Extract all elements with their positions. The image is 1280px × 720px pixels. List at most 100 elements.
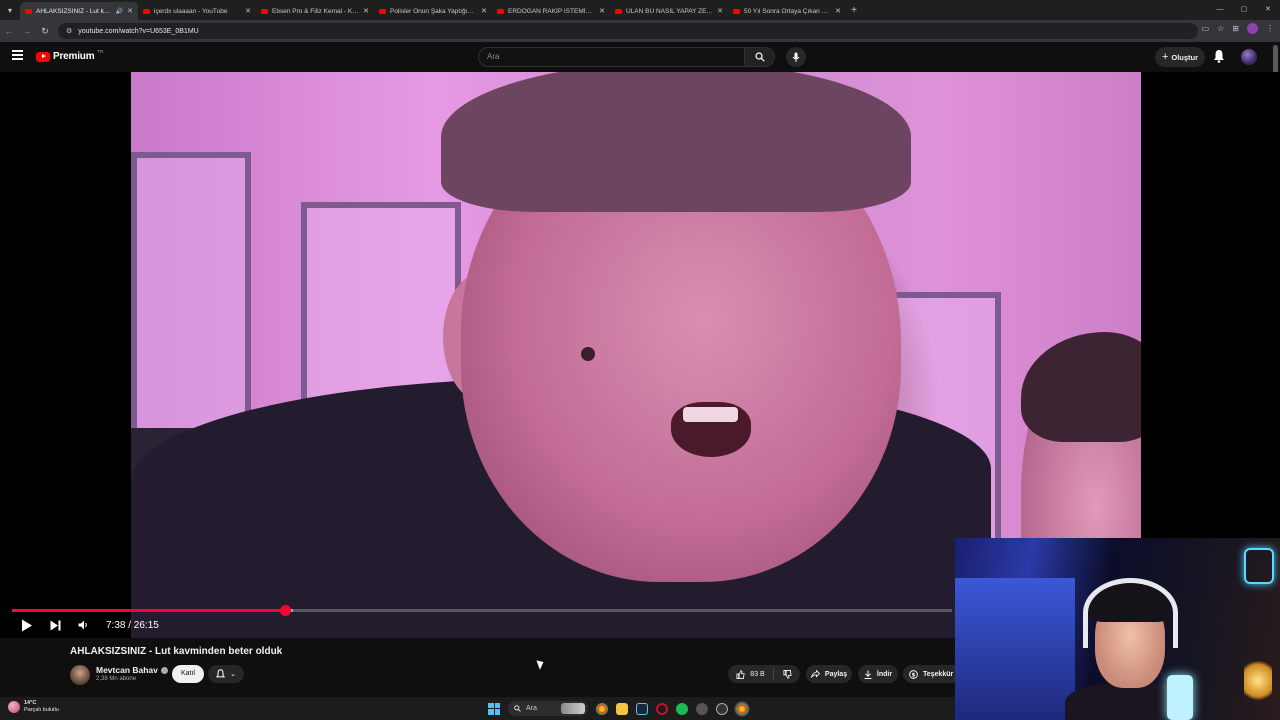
search-highlight-art bbox=[561, 703, 585, 714]
url-text: youtube.com/watch?v=U653E_0B1MU bbox=[78, 27, 199, 35]
extensions-icon[interactable]: ⊞ bbox=[1232, 24, 1239, 33]
menu-icon[interactable] bbox=[12, 50, 23, 62]
close-tab-icon[interactable]: ✕ bbox=[481, 7, 487, 15]
new-tab-icon[interactable]: + bbox=[846, 5, 862, 16]
tab-audio-icon[interactable]: 🔊 bbox=[116, 8, 123, 15]
chrome-profile-icon[interactable] bbox=[736, 702, 748, 715]
country-code: TR bbox=[97, 49, 104, 54]
like-count: 83 B bbox=[750, 670, 765, 678]
progress-bar[interactable] bbox=[12, 605, 952, 616]
background-window bbox=[131, 152, 251, 452]
thumbs-up-icon bbox=[736, 669, 745, 679]
youtube-premium-logo[interactable]: Premium TR bbox=[36, 49, 104, 62]
close-tab-icon[interactable]: ✕ bbox=[127, 7, 133, 15]
opera-icon[interactable] bbox=[656, 702, 668, 715]
plus-icon: + bbox=[1161, 51, 1169, 63]
skip-next-icon bbox=[50, 620, 60, 630]
tab-title: ULAN BU NASIL YAPAY ZEKA - bbox=[626, 7, 714, 15]
webcam-glowing-cup bbox=[1167, 675, 1193, 720]
download-button[interactable]: İndir bbox=[858, 665, 898, 683]
webcam-city-backdrop bbox=[955, 578, 1075, 720]
close-tab-icon[interactable]: ✕ bbox=[599, 7, 605, 15]
windows-start-icon[interactable] bbox=[488, 702, 500, 715]
youtube-favicon-icon bbox=[261, 8, 268, 14]
bell-icon bbox=[216, 669, 226, 678]
next-button[interactable] bbox=[48, 618, 62, 632]
forward-icon[interactable]: → bbox=[18, 26, 36, 36]
time-display: 7:38 / 26:15 bbox=[106, 619, 159, 631]
browser-tab[interactable]: ULAN BU NASIL YAPAY ZEKA - ✕ bbox=[610, 2, 728, 20]
mute-button[interactable] bbox=[76, 618, 90, 632]
back-icon[interactable]: ← bbox=[0, 26, 18, 36]
video-second-person-hair bbox=[1021, 332, 1141, 442]
share-button[interactable]: Paylaş bbox=[806, 665, 852, 683]
browser-menu-icon[interactable]: ⋮ bbox=[1266, 24, 1274, 33]
tab-list: AHLAKSIZSINIZ - Lut kavmi 🔊 ✕ içerdx ulaaaa… bbox=[20, 0, 846, 20]
youtube-favicon-icon bbox=[379, 8, 386, 14]
browser-tab[interactable]: AHLAKSIZSINIZ - Lut kavmi 🔊 ✕ bbox=[20, 2, 138, 20]
maximize-icon[interactable]: ▢ bbox=[1232, 0, 1256, 20]
play-icon bbox=[22, 619, 32, 631]
subscribed-notifications-button[interactable]: ⌄ bbox=[208, 665, 244, 683]
thanks-label: Teşekkür bbox=[923, 670, 954, 678]
subscriber-count: 2,38 Mn abone bbox=[96, 676, 137, 682]
notifications-button[interactable] bbox=[1213, 49, 1227, 65]
search-input[interactable]: Ara bbox=[478, 47, 745, 67]
tab-title: AHLAKSIZSINIZ - Lut kavmi bbox=[36, 7, 112, 15]
play-button[interactable] bbox=[20, 618, 34, 632]
file-explorer-icon[interactable] bbox=[616, 702, 628, 715]
cast-icon[interactable]: ▭ bbox=[1202, 24, 1210, 33]
browser-tab[interactable]: Polisler Onun Şaka Yaptığını Sa ✕ bbox=[374, 2, 492, 20]
voice-search-button[interactable] bbox=[786, 47, 806, 67]
like-button[interactable]: 83 B bbox=[728, 668, 774, 680]
chrome-icon[interactable] bbox=[596, 702, 608, 715]
minimize-icon[interactable]: — bbox=[1208, 0, 1232, 20]
settings-gear-icon[interactable] bbox=[696, 702, 708, 715]
close-tab-icon[interactable]: ✕ bbox=[835, 7, 841, 15]
create-button[interactable]: + Oluştur bbox=[1155, 47, 1205, 67]
share-arrow-icon bbox=[811, 670, 820, 678]
tab-search-icon[interactable]: ▾ bbox=[0, 0, 20, 20]
thanks-button[interactable]: $ Teşekkür bbox=[903, 665, 963, 683]
search-icon bbox=[514, 705, 521, 712]
headphones-icon bbox=[1083, 578, 1178, 648]
search-button[interactable] bbox=[745, 47, 775, 67]
tab-title: içerdx ulaaaan - YouTube bbox=[154, 7, 228, 15]
spotify-icon[interactable] bbox=[676, 702, 688, 715]
browser-tab[interactable]: içerdx ulaaaan - YouTube ✕ bbox=[138, 2, 256, 20]
share-label: Paylaş bbox=[824, 670, 848, 678]
webcam-overlay bbox=[955, 538, 1280, 720]
obs-icon[interactable] bbox=[716, 702, 728, 715]
browser-tab[interactable]: ERDOĞAN RAKİP İSTEMİYOR! | ✕ bbox=[492, 2, 610, 20]
close-tab-icon[interactable]: ✕ bbox=[717, 7, 723, 15]
address-bar-actions: ▭ ☆ ⊞ ⋮ bbox=[1202, 23, 1274, 34]
close-tab-icon[interactable]: ✕ bbox=[363, 7, 369, 15]
tab-title: ERDOĞAN RAKİP İSTEMİYOR! | bbox=[508, 7, 595, 15]
channel-avatar[interactable] bbox=[70, 665, 90, 685]
address-bar: ← → ↻ ⚙ youtube.com/watch?v=U653E_0B1MU … bbox=[0, 20, 1280, 42]
site-info-icon[interactable]: ⚙ bbox=[66, 27, 72, 35]
video-hair bbox=[441, 72, 911, 212]
taskbar-search[interactable]: Ara bbox=[508, 701, 588, 716]
channel-name[interactable]: Mevtcan Bahav bbox=[96, 665, 168, 675]
reload-icon[interactable]: ↻ bbox=[36, 26, 54, 37]
download-icon bbox=[864, 670, 872, 679]
join-button[interactable]: Katıl bbox=[172, 665, 204, 683]
browser-tab[interactable]: 50 Yıl Sonra Ortaya Çıkan Gerç ✕ bbox=[728, 2, 846, 20]
tab-title: Polisler Onun Şaka Yaptığını Sa bbox=[390, 7, 478, 15]
browser-tab[interactable]: Ebsen Pro & Filiz Kemal - Kehrili ✕ bbox=[256, 2, 374, 20]
player-controls: 7:38 / 26:15 bbox=[20, 617, 159, 633]
browser-tab-strip: ▾ AHLAKSIZSINIZ - Lut kavmi 🔊 ✕ içerdx ulaa… bbox=[0, 0, 1280, 20]
dislike-button[interactable] bbox=[774, 669, 800, 679]
bookmark-star-icon[interactable]: ☆ bbox=[1217, 24, 1224, 33]
close-window-icon[interactable]: ✕ bbox=[1256, 0, 1280, 20]
taskbar-search-label: Ara bbox=[526, 705, 537, 712]
profile-avatar[interactable] bbox=[1247, 23, 1258, 34]
youtube-favicon-icon bbox=[143, 8, 150, 14]
close-tab-icon[interactable]: ✕ bbox=[245, 7, 251, 15]
url-field[interactable]: ⚙ youtube.com/watch?v=U653E_0B1MU bbox=[58, 23, 1198, 39]
volume-icon bbox=[78, 620, 87, 630]
weather-widget[interactable]: 14°C Parçalı bulutlu bbox=[8, 700, 59, 714]
steam-icon[interactable] bbox=[636, 702, 648, 715]
account-avatar[interactable] bbox=[1241, 49, 1257, 65]
